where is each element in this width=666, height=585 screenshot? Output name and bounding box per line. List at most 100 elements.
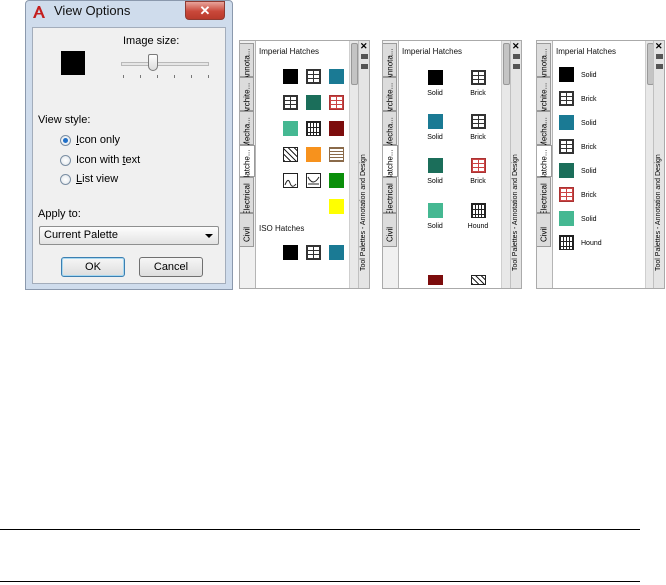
tab-mechanical[interactable]: Mecha... — [537, 111, 551, 148]
tool-label: Brick — [581, 192, 597, 199]
properties-icon[interactable] — [361, 64, 368, 69]
hatch-tool[interactable] — [283, 245, 298, 260]
tab-electrical[interactable]: Electrical — [537, 177, 551, 216]
hatch-tool[interactable] — [428, 203, 443, 218]
hatch-tool[interactable] — [306, 69, 321, 84]
slider-tick — [157, 75, 158, 78]
radio-dot[interactable] — [60, 174, 71, 185]
tab-electrical[interactable]: Electrical — [240, 177, 254, 216]
tab-annotation[interactable]: Annota... — [383, 43, 397, 81]
image-size-slider[interactable] — [121, 62, 209, 66]
hatch-tool[interactable] — [283, 147, 298, 162]
hatch-tool[interactable] — [559, 91, 574, 106]
hatch-tool[interactable] — [428, 158, 443, 173]
tab-electrical[interactable]: Electrical — [383, 177, 397, 216]
hatch-tool[interactable] — [283, 173, 298, 188]
tab-hatches[interactable]: Hatche... — [240, 145, 255, 182]
autohide-icon[interactable] — [513, 54, 520, 59]
radio-label: List view — [76, 173, 119, 185]
radio-dot[interactable] — [60, 155, 71, 166]
hatch-tool[interactable] — [559, 163, 574, 178]
scrollbar-thumb[interactable] — [503, 43, 510, 85]
tab-architectural[interactable]: Archite... — [537, 77, 551, 114]
apply-to-select[interactable]: Current Palette — [39, 226, 219, 245]
tool-palette-list-view: Annota... Archite... Mecha... Hatche... … — [536, 40, 665, 289]
hatch-tool[interactable] — [329, 173, 344, 188]
radio-list-view[interactable]: List view — [60, 173, 210, 187]
tab-civil[interactable]: Civil — [383, 213, 397, 247]
properties-icon[interactable] — [513, 64, 520, 69]
hatch-tool[interactable] — [471, 114, 486, 129]
hatch-tool[interactable] — [329, 95, 344, 110]
tab-architectural[interactable]: Archite... — [240, 77, 254, 114]
hatch-tool[interactable] — [329, 199, 344, 214]
tab-mechanical[interactable]: Mecha... — [383, 111, 397, 148]
section-header: ISO Hatches — [259, 224, 305, 233]
hatch-tool[interactable] — [306, 121, 321, 136]
tool-palette-icon-only: Annota... Archite... Mecha... Hatche... … — [239, 40, 370, 289]
hatch-tool[interactable] — [329, 69, 344, 84]
hatch-tool[interactable] — [471, 158, 486, 173]
tab-architectural[interactable]: Archite... — [383, 77, 397, 114]
hatch-tool[interactable] — [306, 245, 321, 260]
close-button[interactable]: ✕ — [185, 1, 225, 20]
palette-content: Imperial Hatches ISO Hatches — [255, 41, 349, 288]
cancel-button[interactable]: Cancel — [139, 257, 203, 277]
tab-civil[interactable]: Civil — [240, 213, 254, 247]
dialog-titlebar[interactable]: View Options ✕ — [26, 1, 232, 27]
hatch-tool[interactable] — [559, 211, 574, 226]
palette-titlebar[interactable]: ✕ Tool Palettes - Annotation and Design — [510, 41, 521, 288]
hatch-tool[interactable] — [559, 187, 574, 202]
hatch-tool[interactable] — [329, 147, 344, 162]
slider-tick — [123, 75, 124, 78]
apply-to-label: Apply to: — [38, 208, 81, 220]
section-header: Imperial Hatches — [402, 47, 463, 56]
section-header: Imperial Hatches — [259, 47, 320, 56]
tool-label: Brick — [470, 178, 486, 185]
hatch-tool[interactable] — [471, 70, 486, 85]
palette-titlebar[interactable]: ✕ Tool Palettes - Annotation and Design — [653, 41, 664, 288]
close-icon[interactable]: ✕ — [360, 41, 368, 52]
hatch-tool[interactable] — [283, 121, 298, 136]
tab-hatches[interactable]: Hatche... — [383, 145, 398, 182]
image-size-slider-thumb[interactable] — [148, 54, 158, 71]
hatch-tool[interactable] — [559, 235, 574, 250]
hatch-tool[interactable] — [306, 147, 321, 162]
close-icon[interactable]: ✕ — [655, 41, 663, 52]
properties-icon[interactable] — [656, 64, 663, 69]
ok-button[interactable]: OK — [61, 257, 125, 277]
tab-mechanical[interactable]: Mecha... — [240, 111, 254, 148]
tab-annotation[interactable]: Annota... — [240, 43, 254, 81]
hatch-tool[interactable] — [471, 275, 486, 285]
hatch-tool[interactable] — [306, 173, 321, 188]
tab-civil[interactable]: Civil — [537, 213, 551, 247]
hatch-tool[interactable] — [329, 245, 344, 260]
hatch-tool[interactable] — [329, 121, 344, 136]
scrollbar-thumb[interactable] — [351, 43, 358, 85]
close-icon[interactable]: ✕ — [512, 41, 520, 52]
tool-label: Solid — [427, 134, 443, 141]
hatch-tool[interactable] — [471, 203, 486, 218]
autohide-icon[interactable] — [361, 54, 368, 59]
autohide-icon[interactable] — [656, 54, 663, 59]
hatch-tool[interactable] — [559, 115, 574, 130]
hatch-tool[interactable] — [306, 95, 321, 110]
tool-label: Brick — [470, 90, 486, 97]
horizontal-rule — [0, 581, 640, 582]
chevron-down-icon — [205, 234, 213, 238]
radio-dot-selected[interactable] — [60, 135, 71, 146]
hatch-tool[interactable] — [428, 114, 443, 129]
hatch-tool[interactable] — [559, 139, 574, 154]
tool-label: Solid — [427, 90, 443, 97]
hatch-tool[interactable] — [428, 70, 443, 85]
hatch-tool[interactable] — [428, 275, 443, 285]
palette-titlebar[interactable]: ✕ Tool Palettes - Annotation and Design — [358, 41, 369, 288]
radio-icon-only[interactable]: Icon only — [60, 134, 210, 148]
radio-icon-with-text[interactable]: Icon with text — [60, 154, 210, 168]
tab-annotation[interactable]: Annota... — [537, 43, 551, 81]
palette-content: Imperial Hatches Solid Brick Solid Brick… — [552, 41, 645, 288]
tab-hatches[interactable]: Hatche... — [537, 145, 552, 182]
hatch-tool[interactable] — [559, 67, 574, 82]
hatch-tool[interactable] — [283, 95, 298, 110]
hatch-tool[interactable] — [283, 69, 298, 84]
